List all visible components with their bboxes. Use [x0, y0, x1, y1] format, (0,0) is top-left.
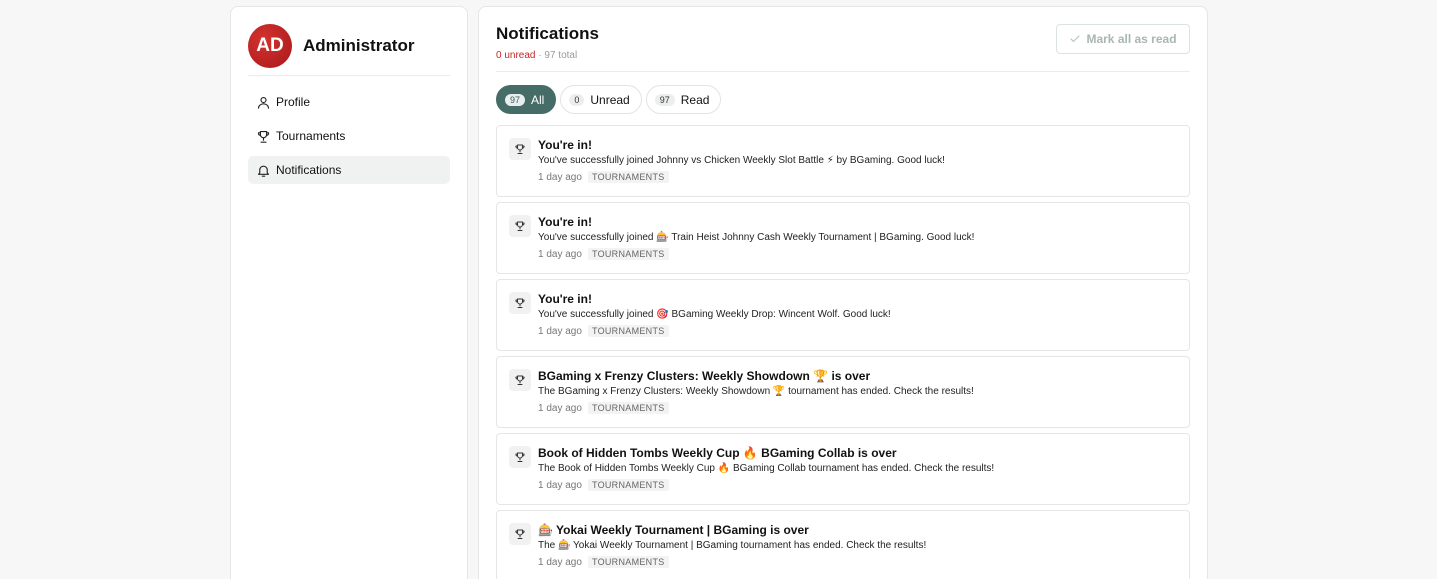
mark-all-read-button[interactable]: Mark all as read	[1056, 24, 1190, 54]
tab-unread[interactable]: 0 Unread	[560, 85, 642, 114]
trophy-icon	[509, 369, 531, 391]
notification-time: 1 day ago	[538, 171, 582, 183]
notification-body: The Book of Hidden Tombs Weekly Cup 🔥 BG…	[538, 463, 995, 474]
notification-meta: 1 day ago TOURNAMENTS	[538, 248, 669, 260]
user-name: Administrator	[303, 36, 415, 55]
notification-body: You've successfully joined 🎯 BGaming Wee…	[538, 309, 891, 320]
notification-body: The 🎰 Yokai Weekly Tournament | BGaming …	[538, 540, 927, 551]
notification-summary: 0 unread · 97 total	[496, 50, 577, 61]
notification-body: The BGaming x Frenzy Clusters: Weekly Sh…	[538, 386, 974, 397]
notifications-panel: Notifications 0 unread · 97 total Mark a…	[478, 6, 1208, 579]
notification-time: 1 day ago	[538, 556, 582, 568]
notification-list: You're in! You've successfully joined Jo…	[496, 125, 1190, 579]
sidebar-item-notifications[interactable]: Notifications	[248, 156, 450, 184]
tab-read[interactable]: 97 Read	[645, 85, 722, 114]
sidebar-item-label: Tournaments	[276, 129, 346, 143]
notification-meta: 1 day ago TOURNAMENTS	[538, 479, 669, 491]
sidebar-nav: Profile Tournaments Notifications	[248, 88, 450, 190]
tab-label: Unread	[590, 92, 630, 107]
notification-item[interactable]: You're in! You've successfully joined 🎯 …	[496, 279, 1190, 351]
summary-separator: ·	[538, 50, 542, 61]
notification-title: You're in!	[538, 138, 592, 152]
tab-label: Read	[680, 92, 710, 107]
notification-meta: 1 day ago TOURNAMENTS	[538, 556, 669, 568]
notification-meta: 1 day ago TOURNAMENTS	[538, 171, 669, 183]
check-icon	[1070, 35, 1081, 43]
notification-item[interactable]: You're in! You've successfully joined 🎰 …	[496, 202, 1190, 274]
notification-title: Book of Hidden Tombs Weekly Cup 🔥 BGamin…	[538, 446, 897, 460]
sidebar-item-label: Profile	[276, 95, 311, 109]
trophy-icon	[257, 130, 270, 143]
profile-header: AD Administrator	[248, 24, 450, 76]
user-icon	[257, 96, 270, 109]
tab-count: 97	[505, 93, 526, 106]
page-title: Notifications	[496, 24, 599, 43]
notification-tag: TOURNAMENTS	[587, 402, 669, 414]
notification-time: 1 day ago	[538, 248, 582, 260]
tab-label: All	[531, 92, 545, 107]
trophy-icon	[509, 446, 531, 468]
sidebar-item-tournaments[interactable]: Tournaments	[248, 122, 450, 150]
trophy-icon	[509, 138, 531, 160]
notification-title: 🎰 Yokai Weekly Tournament | BGaming is o…	[538, 523, 809, 537]
notification-title: You're in!	[538, 215, 592, 229]
notification-tag: TOURNAMENTS	[587, 556, 669, 568]
avatar: AD	[248, 24, 292, 68]
filter-tabs: 97 All 0 Unread 97 Read	[496, 85, 725, 114]
unread-count: 0 unread	[496, 50, 536, 61]
tab-count: 97	[654, 93, 675, 106]
notification-tag: TOURNAMENTS	[587, 171, 669, 183]
total-count: 97 total	[544, 50, 578, 61]
notification-tag: TOURNAMENTS	[587, 248, 669, 260]
tab-count: 0	[569, 93, 585, 106]
notification-meta: 1 day ago TOURNAMENTS	[538, 325, 669, 337]
trophy-icon	[509, 523, 531, 545]
sidebar-item-profile[interactable]: Profile	[248, 88, 450, 116]
notification-item[interactable]: 🎰 Yokai Weekly Tournament | BGaming is o…	[496, 510, 1190, 579]
notification-tag: TOURNAMENTS	[587, 325, 669, 337]
header-divider	[496, 71, 1190, 72]
bell-icon	[257, 165, 270, 177]
sidebar: AD Administrator Profile Tournaments Not…	[230, 6, 468, 579]
mark-all-label: Mark all as read	[1086, 32, 1177, 46]
sidebar-item-label: Notifications	[276, 163, 342, 177]
notification-tag: TOURNAMENTS	[587, 479, 669, 491]
notification-item[interactable]: Book of Hidden Tombs Weekly Cup 🔥 BGamin…	[496, 433, 1190, 505]
notification-body: You've successfully joined Johnny vs Chi…	[538, 155, 945, 166]
notification-time: 1 day ago	[538, 325, 582, 337]
notification-title: You're in!	[538, 292, 592, 306]
notification-body: You've successfully joined 🎰 Train Heist…	[538, 232, 975, 243]
notification-time: 1 day ago	[538, 402, 582, 414]
notification-time: 1 day ago	[538, 479, 582, 491]
trophy-icon	[509, 292, 531, 314]
tab-all[interactable]: 97 All	[496, 85, 557, 114]
trophy-icon	[509, 215, 531, 237]
notification-title: BGaming x Frenzy Clusters: Weekly Showdo…	[538, 369, 871, 383]
notification-item[interactable]: You're in! You've successfully joined Jo…	[496, 125, 1190, 197]
notification-item[interactable]: BGaming x Frenzy Clusters: Weekly Showdo…	[496, 356, 1190, 428]
notification-meta: 1 day ago TOURNAMENTS	[538, 402, 669, 414]
